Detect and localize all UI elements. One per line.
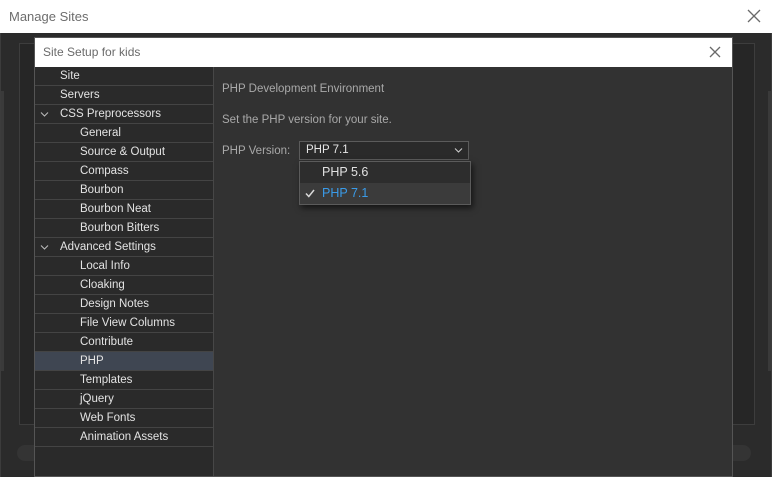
sidebar-item-label: CSS Preprocessors <box>60 108 161 120</box>
right-edge-strip <box>768 91 771 371</box>
sidebar-item-label: Site <box>60 70 80 82</box>
sidebar-item-label: Design Notes <box>80 298 150 310</box>
site-setup-title: Site Setup for kids <box>43 45 141 59</box>
left-edge-strip <box>1 91 4 371</box>
php-version-label: PHP Version: <box>222 145 291 157</box>
sidebar-item-label: Cloaking <box>80 279 125 291</box>
sidebar-item-design-notes[interactable]: Design Notes <box>35 295 213 314</box>
option-label: PHP 5.6 <box>322 165 369 179</box>
sidebar-item-bourbon-bitters[interactable]: Bourbon Bitters <box>35 219 213 238</box>
sidebar-item-file-view-columns[interactable]: File View Columns <box>35 314 213 333</box>
sidebar-item-label: PHP <box>80 355 104 367</box>
php-settings-panel: PHP Development Environment Set the PHP … <box>214 67 732 476</box>
sidebar-item-label: Servers <box>60 89 100 101</box>
sidebar-item-local-info[interactable]: Local Info <box>35 257 213 276</box>
section-description: Set the PHP version for your site. <box>222 114 392 126</box>
settings-sidebar: Site Servers CSS Preprocessors General S… <box>35 67 214 476</box>
php-version-select[interactable]: PHP 7.1 <box>299 141 469 160</box>
option-label: PHP 7.1 <box>322 186 369 200</box>
sidebar-item-label: jQuery <box>80 393 114 405</box>
site-setup-titlebar: Site Setup for kids <box>35 38 732 67</box>
chevron-down-icon[interactable] <box>40 110 49 119</box>
sidebar-item-label: Source & Output <box>80 146 166 158</box>
sidebar-item-templates[interactable]: Templates <box>35 371 213 390</box>
sidebar-item-compass[interactable]: Compass <box>35 162 213 181</box>
sidebar-item-site[interactable]: Site <box>35 67 213 86</box>
sidebar-item-label: Templates <box>80 374 133 386</box>
section-title: PHP Development Environment <box>222 83 385 95</box>
chevron-down-icon[interactable] <box>40 243 49 252</box>
sidebar-item-label: Web Fonts <box>80 412 136 424</box>
checkmark-icon <box>305 189 315 198</box>
sidebar-item-bourbon[interactable]: Bourbon <box>35 181 213 200</box>
site-setup-close-icon[interactable] <box>704 41 726 63</box>
sidebar-item-php[interactable]: PHP <box>35 352 213 371</box>
chevron-down-icon <box>454 148 463 153</box>
sidebar-item-animation-assets[interactable]: Animation Assets <box>35 428 213 447</box>
manage-sites-titlebar: Manage Sites <box>0 0 772 33</box>
php-option-7-1[interactable]: PHP 7.1 <box>300 183 470 204</box>
sidebar-item-bourbon-neat[interactable]: Bourbon Neat <box>35 200 213 219</box>
sidebar-item-label: File View Columns <box>80 317 176 329</box>
php-version-dropdown: PHP 5.6 PHP 7.1 <box>299 161 471 205</box>
sidebar-item-label: Bourbon <box>80 184 124 196</box>
sidebar-item-web-fonts[interactable]: Web Fonts <box>35 409 213 428</box>
sidebar-item-advanced-settings[interactable]: Advanced Settings <box>35 238 213 257</box>
sidebar-item-label: Bourbon Neat <box>80 203 151 215</box>
sidebar-item-css-preprocessors[interactable]: CSS Preprocessors <box>35 105 213 124</box>
sidebar-item-label: Contribute <box>80 336 134 348</box>
php-version-value: PHP 7.1 <box>306 144 349 156</box>
sidebar-item-contribute[interactable]: Contribute <box>35 333 213 352</box>
site-setup-dialog: Site Setup for kids Site Servers CSS Pre… <box>34 37 733 477</box>
sidebar-item-source-output[interactable]: Source & Output <box>35 143 213 162</box>
sidebar-item-label: Local Info <box>80 260 130 272</box>
sidebar-item-jquery[interactable]: jQuery <box>35 390 213 409</box>
sidebar-item-label: Compass <box>80 165 129 177</box>
sidebar-item-label: Bourbon Bitters <box>80 222 160 234</box>
manage-sites-title: Manage Sites <box>9 9 89 24</box>
sidebar-item-cloaking[interactable]: Cloaking <box>35 276 213 295</box>
manage-sites-close-icon[interactable] <box>742 4 766 28</box>
sidebar-item-label: Animation Assets <box>80 431 169 443</box>
sidebar-item-label: General <box>80 127 121 139</box>
sidebar-item-servers[interactable]: Servers <box>35 86 213 105</box>
php-option-5-6[interactable]: PHP 5.6 <box>300 162 470 183</box>
sidebar-item-label: Advanced Settings <box>60 241 156 253</box>
sidebar-item-general[interactable]: General <box>35 124 213 143</box>
